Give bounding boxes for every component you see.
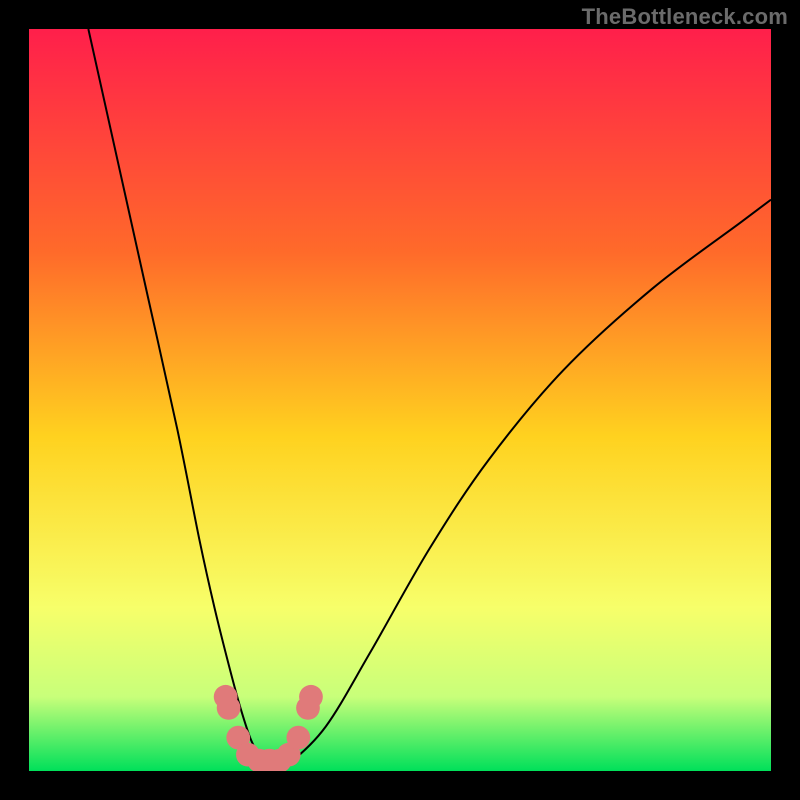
marker-dot (286, 726, 310, 750)
marker-dot (299, 685, 323, 709)
chart-frame (29, 29, 771, 771)
chart-svg (29, 29, 771, 771)
watermark-text: TheBottleneck.com (582, 4, 788, 30)
marker-dot (217, 696, 241, 720)
chart-background (29, 29, 771, 771)
